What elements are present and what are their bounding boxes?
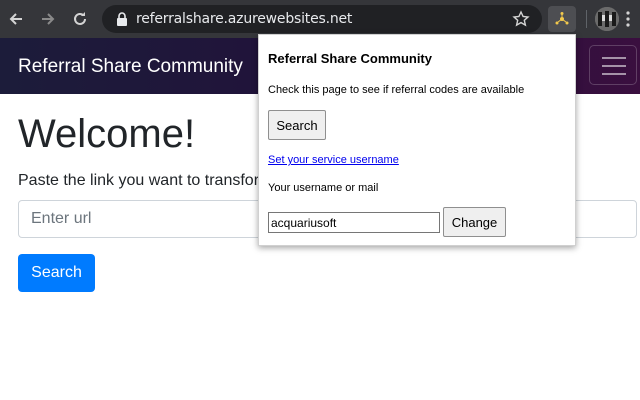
hamburger-menu-icon[interactable]: [589, 45, 637, 85]
popup-title: Referral Share Community: [268, 51, 432, 66]
site-brand[interactable]: Referral Share Community: [18, 56, 243, 78]
reload-icon[interactable]: [68, 7, 92, 31]
username-input[interactable]: [268, 212, 440, 233]
page-lead-text: Paste the link you want to transfor: [18, 172, 260, 189]
popup-search-button[interactable]: Search: [268, 110, 326, 140]
popup-description: Check this page to see if referral codes…: [268, 84, 525, 96]
search-button[interactable]: Search: [18, 254, 95, 292]
change-button[interactable]: Change: [443, 207, 506, 237]
back-arrow-icon[interactable]: [4, 7, 28, 31]
hamburger-line: [602, 57, 626, 59]
profile-avatar[interactable]: [595, 7, 619, 31]
username-label: Your username or mail: [268, 182, 379, 194]
extension-popup: Referral Share Community Check this page…: [258, 34, 576, 246]
hamburger-line: [602, 73, 626, 75]
hamburger-line: [602, 65, 626, 67]
address-bar[interactable]: referralshare.azurewebsites.net: [102, 5, 542, 33]
lock-icon[interactable]: [114, 11, 130, 27]
browser-toolbar: referralshare.azurewebsites.net: [0, 0, 640, 38]
set-username-link[interactable]: Set your service username: [268, 154, 399, 166]
extension-icon[interactable]: [548, 6, 576, 32]
star-icon[interactable]: [512, 10, 530, 28]
menu-icon[interactable]: [626, 10, 630, 28]
page-heading: Welcome!: [18, 112, 196, 156]
toolbar-separator: [586, 10, 587, 28]
forward-arrow-icon[interactable]: [36, 7, 60, 31]
address-bar-url[interactable]: referralshare.azurewebsites.net: [136, 11, 352, 27]
